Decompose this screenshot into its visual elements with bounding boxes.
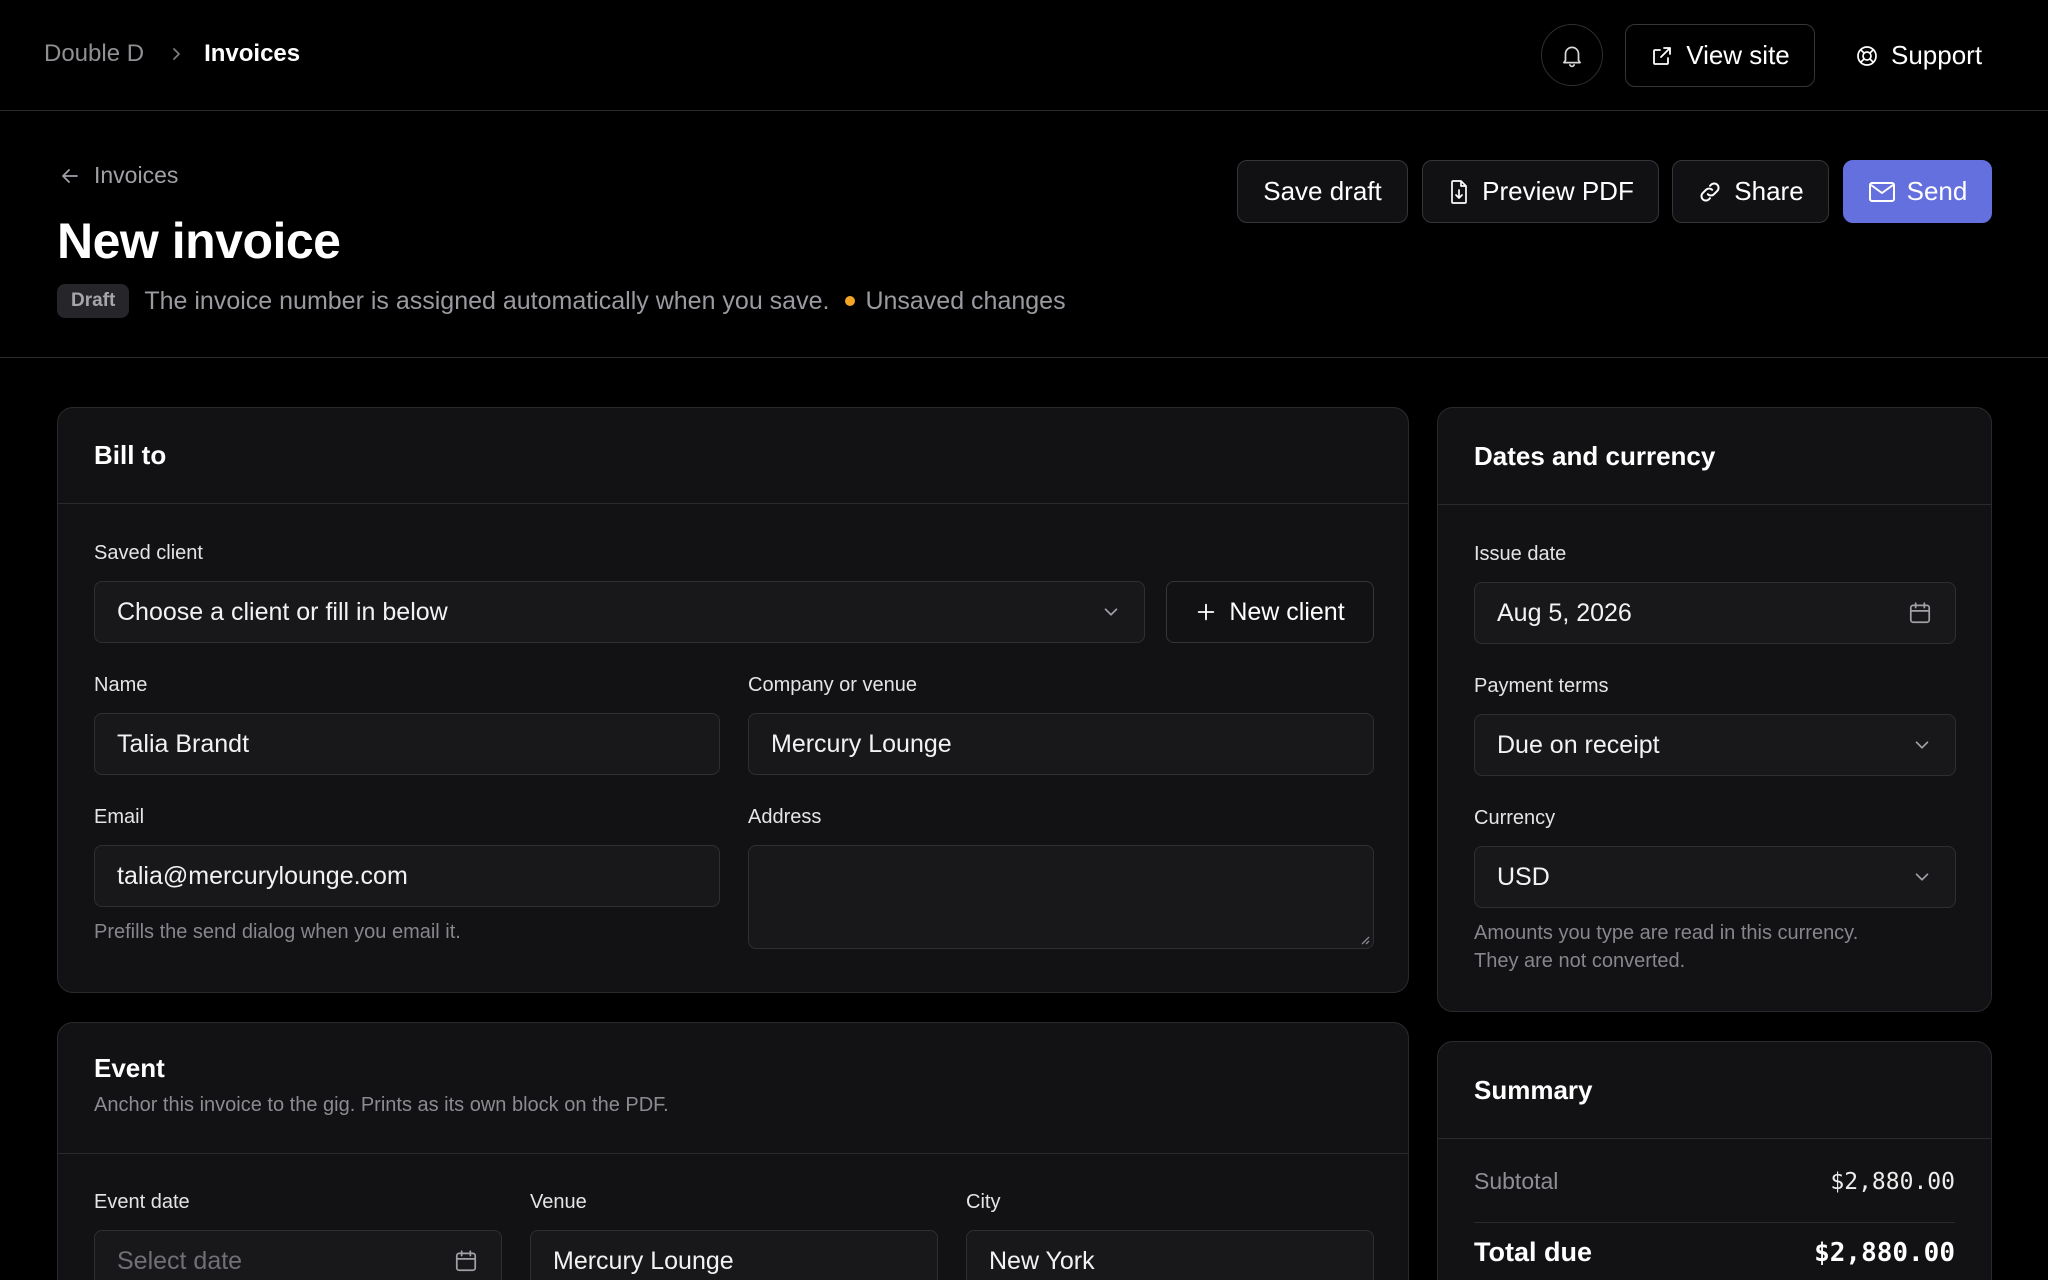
page-title: New invoice: [57, 213, 341, 269]
subtotal-label: Subtotal: [1474, 1168, 1559, 1194]
company-value: Mercury Lounge: [771, 729, 952, 758]
payment-terms-label: Payment terms: [1474, 675, 1609, 697]
email-field[interactable]: talia@mercurylounge.com: [94, 845, 720, 907]
summary-header: Summary: [1438, 1042, 1991, 1139]
send-label: Send: [1906, 176, 1968, 206]
issue-date-label: Issue date: [1474, 543, 1567, 565]
currency-select[interactable]: USD: [1474, 846, 1956, 908]
event-date-label: Event date: [94, 1191, 190, 1213]
calendar-icon[interactable]: [1907, 600, 1933, 626]
chevron-down-icon: [1911, 866, 1933, 888]
venue-value: Mercury Lounge: [553, 1246, 734, 1275]
event-title: Event: [94, 1053, 165, 1083]
support-label: Support: [1891, 40, 1983, 70]
dates-currency-card: Dates and currency Issue date Aug 5, 202…: [1437, 407, 1992, 1012]
subtotal-value: $2,880.00: [1830, 1168, 1955, 1195]
currency-hint: Amounts you type are read in this curren…: [1474, 919, 1858, 975]
breadcrumb-current: Invoices: [204, 40, 301, 67]
name-value: Talia Brandt: [117, 729, 250, 758]
summary-divider: [1474, 1222, 1955, 1223]
summary-title: Summary: [1474, 1074, 1593, 1105]
lifebuoy-icon: [1857, 45, 1877, 66]
external-link-icon: [1653, 46, 1672, 65]
venue-field[interactable]: Mercury Lounge: [530, 1230, 938, 1280]
issue-date-field[interactable]: Aug 5, 2026: [1474, 582, 1956, 644]
support-button[interactable]: Support: [1855, 24, 1982, 87]
arrow-left-icon: [62, 168, 78, 183]
event-date-placeholder: Select date: [117, 1246, 243, 1275]
share-label: Share: [1734, 176, 1804, 206]
top-bar: Double D Invoices View site Support: [0, 0, 2048, 111]
send-button[interactable]: Send: [1843, 160, 1992, 223]
company-field[interactable]: Mercury Lounge: [748, 713, 1374, 775]
view-site-button[interactable]: View site: [1625, 24, 1815, 87]
event-header: Event Anchor this invoice to the gig. Pr…: [58, 1023, 1408, 1154]
preview-pdf-button[interactable]: Preview PDF: [1422, 160, 1659, 223]
chevron-right-icon: [162, 40, 190, 68]
breadcrumb-workspace[interactable]: Double D: [44, 40, 144, 68]
email-hint: Prefills the send dialog when you email …: [94, 921, 461, 943]
preview-pdf-label: Preview PDF: [1482, 176, 1634, 206]
unsaved-indicator-dot: [845, 296, 856, 306]
payment-terms-select[interactable]: Due on receipt: [1474, 714, 1956, 776]
notifications-button[interactable]: [1541, 24, 1603, 86]
back-to-invoices-link[interactable]: Invoices: [58, 162, 178, 189]
plus-icon: [1198, 603, 1215, 621]
new-client-button[interactable]: New client: [1166, 581, 1374, 643]
resize-handle-icon[interactable]: [1358, 933, 1370, 945]
bill-to-title: Bill to: [94, 440, 167, 470]
save-draft-button[interactable]: Save draft: [1237, 160, 1408, 223]
unsaved-changes-text: Unsaved changes: [865, 286, 1066, 315]
payment-terms-value: Due on receipt: [1497, 730, 1660, 759]
event-date-field[interactable]: Select date: [94, 1230, 502, 1280]
dates-currency-header: Dates and currency: [1438, 408, 1991, 505]
email-value: talia@mercurylounge.com: [117, 861, 408, 890]
back-link-label: Invoices: [94, 162, 179, 188]
breadcrumb: Double D Invoices: [44, 40, 300, 68]
dates-currency-title: Dates and currency: [1474, 440, 1716, 471]
city-label: City: [966, 1191, 1001, 1213]
invoice-number-note: The invoice number is assigned automatic…: [144, 286, 830, 315]
saved-client-value: Choose a client or fill in below: [117, 597, 448, 626]
total-due-value: $2,880.00: [1814, 1237, 1955, 1268]
status-row: Draft The invoice number is assigned aut…: [57, 284, 1066, 318]
status-badge: Draft: [57, 284, 130, 318]
new-client-label: New client: [1229, 597, 1345, 626]
currency-hint-line-1: Amounts you type are read in this curren…: [1474, 922, 1859, 944]
saved-client-select[interactable]: Choose a client or fill in below: [94, 581, 1145, 643]
total-due-row: Total due $2,880.00: [1474, 1237, 1955, 1268]
page-header: Invoices New invoice Draft The invoice n…: [0, 112, 2048, 358]
saved-client-label: Saved client: [94, 542, 203, 564]
link-icon: [1700, 182, 1720, 201]
city-value: New York: [989, 1246, 1095, 1275]
summary-card: Summary Subtotal $2,880.00 Total due $2,…: [1437, 1041, 1992, 1280]
chevron-down-icon: [1100, 601, 1122, 623]
event-card: Event Anchor this invoice to the gig. Pr…: [57, 1022, 1409, 1280]
bill-to-header: Bill to: [58, 408, 1408, 504]
subtotal-row: Subtotal $2,880.00: [1474, 1168, 1955, 1195]
venue-label: Venue: [530, 1191, 587, 1213]
address-textarea[interactable]: [748, 845, 1374, 949]
save-draft-label: Save draft: [1263, 176, 1382, 206]
event-subtitle: Anchor this invoice to the gig. Prints a…: [94, 1094, 669, 1116]
total-due-label: Total due: [1474, 1237, 1592, 1267]
chevron-down-icon: [1911, 734, 1933, 756]
address-label: Address: [748, 806, 822, 828]
name-label: Name: [94, 674, 148, 696]
currency-label: Currency: [1474, 807, 1556, 829]
issue-date-value: Aug 5, 2026: [1497, 598, 1632, 627]
name-field[interactable]: Talia Brandt: [94, 713, 720, 775]
email-label: Email: [94, 806, 145, 828]
bill-to-card: Bill to Saved client Choose a client or …: [57, 407, 1409, 993]
bell-icon: [1563, 46, 1581, 68]
file-download-icon: [1451, 179, 1467, 204]
currency-value: USD: [1497, 862, 1550, 891]
mail-icon: [1868, 181, 1895, 202]
city-field[interactable]: New York: [966, 1230, 1374, 1280]
company-label: Company or venue: [748, 674, 917, 696]
view-site-label: View site: [1686, 40, 1790, 70]
calendar-icon: [453, 1248, 479, 1274]
currency-hint-line-2: They are not converted.: [1474, 950, 1686, 972]
share-button[interactable]: Share: [1672, 160, 1829, 223]
